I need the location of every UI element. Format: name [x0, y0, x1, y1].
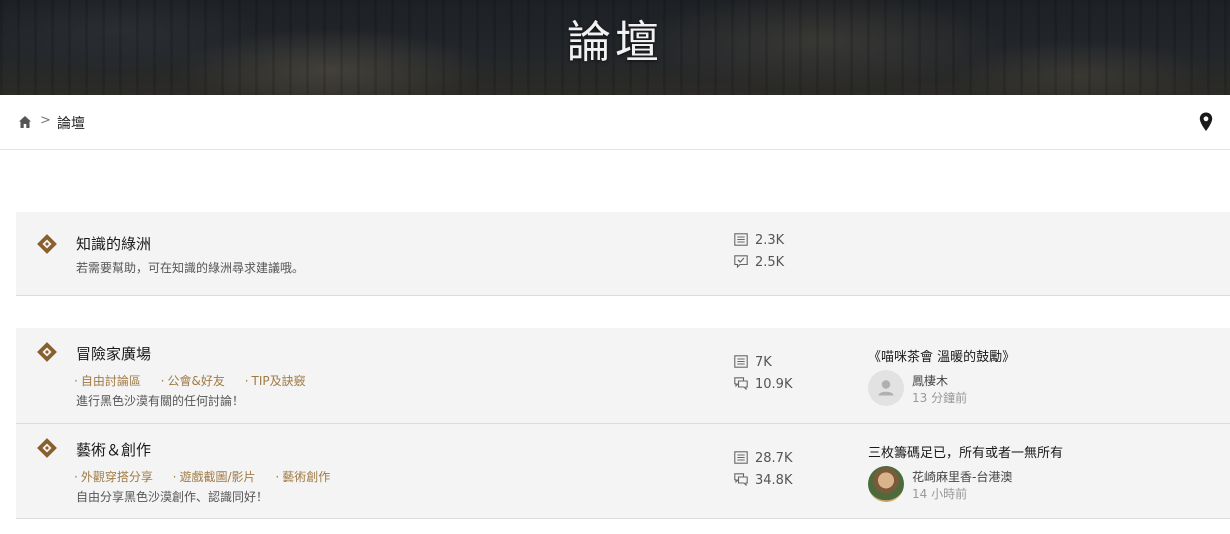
subforum-link[interactable]: 自由討論區	[74, 372, 141, 389]
document-icon	[734, 355, 748, 368]
map-pin-icon[interactable]	[1199, 112, 1213, 132]
forum-diamond-icon	[37, 342, 57, 362]
reply-count-value: 10.9K	[755, 377, 793, 392]
home-icon[interactable]	[18, 115, 32, 129]
forum-diamond-icon	[37, 234, 57, 254]
comments-icon	[734, 473, 748, 486]
forum-title[interactable]: 知識的綠洲	[76, 233, 151, 254]
breadcrumb-current: 論壇	[57, 116, 85, 132]
latest-author[interactable]: 鳳棲木	[912, 372, 948, 389]
forum-description: 自由分享黑色沙漠創作、認識同好！	[76, 490, 269, 504]
latest-topic-link[interactable]: 三枚籌碼足已，所有或者一無所有	[868, 442, 1063, 461]
user-icon	[878, 380, 894, 396]
forum-description: 進行黑色沙漠有關的任何討論！	[76, 394, 245, 408]
latest-time: 14 小時前	[912, 487, 968, 501]
forum-row-knowledge-oasis[interactable]: 知識的綠洲 若需要幫助，可在知識的綠洲尋求建議哦。 2.3K 2.5K	[16, 212, 1230, 296]
reply-count: 10.9K	[734, 377, 792, 392]
document-icon	[734, 233, 748, 246]
avatar[interactable]	[868, 466, 904, 502]
breadcrumb-separator: >	[40, 113, 51, 128]
subforum-links: 外觀穿搭分享 遊戲截圖/影片 藝術創作	[74, 468, 346, 485]
subforum-link[interactable]: 公會&好友	[161, 372, 225, 389]
page-title: 論壇	[567, 17, 663, 68]
post-count-value: 2.3K	[755, 233, 785, 248]
avatar[interactable]	[868, 370, 904, 406]
post-count: 7K	[734, 355, 772, 370]
subforum-link[interactable]: TIP及訣竅	[245, 372, 306, 389]
forum-row-art-creation[interactable]: 藝術＆創作 外觀穿搭分享 遊戲截圖/影片 藝術創作 自由分享黑色沙漠創作、認識同…	[16, 424, 1230, 519]
subforum-link[interactable]: 藝術創作	[275, 468, 330, 485]
subforum-link[interactable]: 遊戲截圖/影片	[173, 468, 256, 485]
document-icon	[734, 451, 748, 464]
latest-time: 13 分鐘前	[912, 391, 968, 405]
forum-row-adventurer-plaza[interactable]: 冒險家廣場 自由討論區 公會&好友 TIP及訣竅 進行黑色沙漠有關的任何討論！ …	[16, 328, 1230, 424]
breadcrumb: > 論壇	[0, 95, 1230, 150]
reply-count: 2.5K	[734, 255, 784, 270]
comments-icon	[734, 377, 748, 390]
subforum-links: 自由討論區 公會&好友 TIP及訣竅	[74, 372, 322, 389]
forum-description: 若需要幫助，可在知識的綠洲尋求建議哦。	[76, 261, 305, 275]
post-count-value: 28.7K	[755, 451, 793, 466]
post-count-value: 7K	[755, 355, 772, 370]
forum-title[interactable]: 冒險家廣場	[76, 343, 151, 364]
forum-title[interactable]: 藝術＆創作	[76, 439, 151, 460]
reply-count: 34.8K	[734, 473, 792, 488]
forum-diamond-icon	[37, 438, 57, 458]
hero-banner: 論壇	[0, 0, 1230, 95]
latest-topic-link[interactable]: 《喵咪茶會 溫暖的鼓勵》	[868, 346, 1015, 365]
reply-count-value: 2.5K	[755, 255, 785, 270]
reply-count-value: 34.8K	[755, 473, 793, 488]
post-count: 28.7K	[734, 451, 792, 466]
subforum-link[interactable]: 外觀穿搭分享	[74, 468, 153, 485]
check-comment-icon	[734, 255, 748, 268]
latest-author[interactable]: 花崎麻里香-台港澳	[912, 468, 1012, 485]
post-count: 2.3K	[734, 233, 784, 248]
